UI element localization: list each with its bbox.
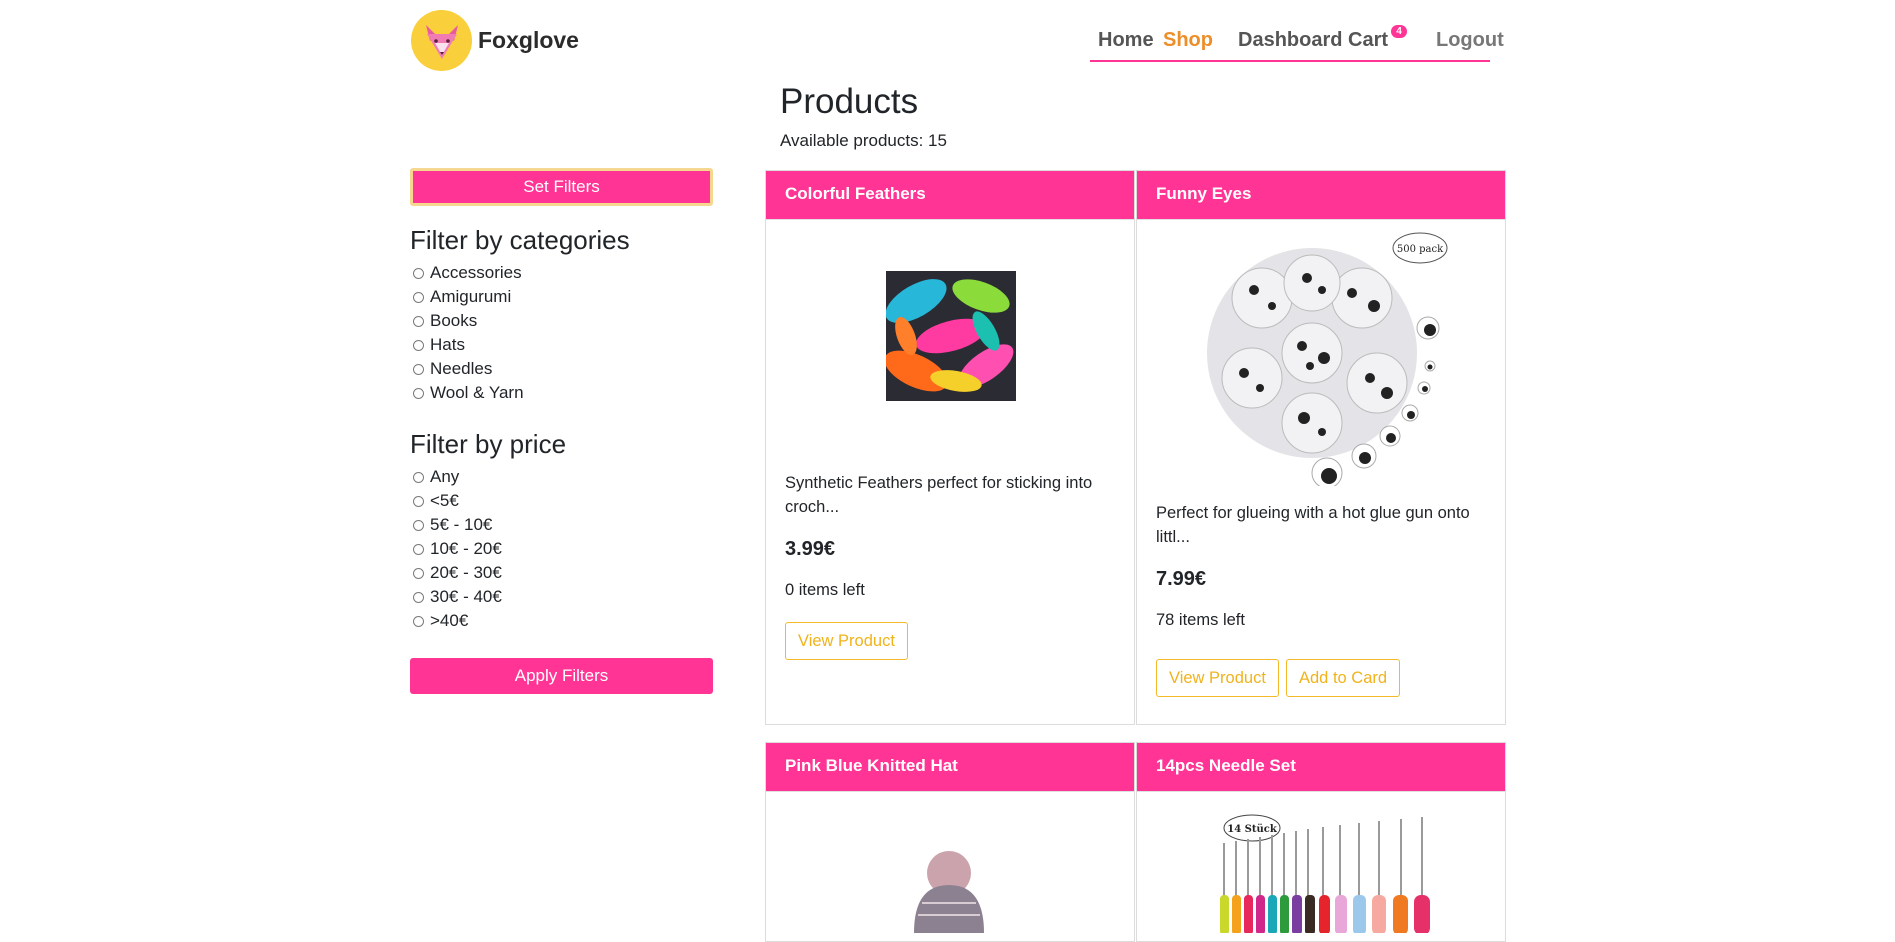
price-label: 20€ - 30€ [430,563,502,582]
needle-count-label: 14 Stück [1227,824,1278,835]
price-option-30-40[interactable]: 30€ - 40€ [413,585,502,609]
nav-home[interactable]: Home [1098,29,1154,52]
product-title[interactable]: 14pcs Needle Set [1137,743,1505,792]
product-image-needle-set[interactable]: 14 Stück [1207,813,1437,933]
price-option-any[interactable]: Any [413,465,459,489]
price-option-20-30[interactable]: 20€ - 30€ [413,561,502,585]
category-option-needles[interactable]: Needles [413,357,492,381]
category-label: Hats [430,335,465,354]
nav-cart[interactable]: Cart 4 [1348,25,1408,52]
radio-icon[interactable] [413,339,424,351]
radio-icon[interactable] [413,291,424,303]
product-price: 7.99€ [1156,568,1207,590]
add-to-cart-button[interactable]: Add to Card [1286,659,1401,697]
available-products-count: Available products: 15 [780,131,947,150]
product-price: 3.99€ [785,538,836,560]
page-title: Products [780,82,919,121]
radio-icon[interactable] [413,495,424,507]
price-label: Any [430,467,460,486]
product-card-funny-eyes: Funny Eyes 500 pack Perfect for glueing … [1136,170,1506,725]
radio-icon[interactable] [413,363,424,375]
radio-icon[interactable] [413,267,424,279]
brand-name: Foxglove [478,27,579,53]
main-nav: Home Shop Dashboard Cart 4 Logout [1090,0,1504,62]
brand[interactable]: Foxglove [411,10,579,71]
fox-logo-icon [411,10,472,71]
category-label: Books [430,311,478,330]
pack-label: 500 pack [1397,244,1444,255]
product-image-googly-eyes[interactable]: 500 pack [1192,228,1450,486]
view-product-button[interactable]: View Product [1156,659,1279,697]
product-title[interactable]: Colorful Feathers [766,171,1134,220]
product-card-knitted-hat: Pink Blue Knitted Hat [765,742,1135,942]
price-label: <5€ [430,491,459,510]
category-label: Wool & Yarn [430,383,524,402]
nav-cart-label: Cart [1348,29,1389,51]
price-label: 5€ - 10€ [430,515,493,534]
product-image-knitted-hat[interactable] [904,843,994,933]
category-option-accessories[interactable]: Accessories [413,261,522,285]
category-option-wool-yarn[interactable]: Wool & Yarn [413,381,524,405]
category-label: Amigurumi [430,287,512,306]
price-label: >40€ [430,611,469,630]
category-option-books[interactable]: Books [413,309,477,333]
apply-filters-button[interactable]: Apply Filters [410,658,713,694]
product-card-colorful-feathers: Colorful Feathers Synthetic Feathers per… [765,170,1135,725]
nav-dashboard[interactable]: Dashboard [1238,29,1342,52]
nav-logout[interactable]: Logout [1436,29,1504,52]
category-filter-title: Filter by categories [410,225,630,255]
category-option-hats[interactable]: Hats [413,333,465,357]
price-option-10-20[interactable]: 10€ - 20€ [413,537,502,561]
category-label: Needles [430,359,493,378]
category-option-amigurumi[interactable]: Amigurumi [413,285,511,309]
price-label: 30€ - 40€ [430,587,502,606]
view-product-button[interactable]: View Product [785,622,908,660]
product-image-feathers[interactable] [886,271,1016,401]
radio-icon[interactable] [413,519,424,531]
radio-icon[interactable] [413,387,424,399]
set-filters-button[interactable]: Set Filters [410,168,713,206]
radio-icon[interactable] [413,567,424,579]
radio-icon[interactable] [413,591,424,603]
radio-icon[interactable] [413,315,424,327]
product-description: Perfect for glueing with a hot glue gun … [1156,504,1470,546]
product-card-needle-set: 14pcs Needle Set 14 Stück [1136,742,1506,942]
price-option-5-10[interactable]: 5€ - 10€ [413,513,492,537]
price-label: 10€ - 20€ [430,539,502,558]
radio-icon[interactable] [413,471,424,483]
price-filter-title: Filter by price [410,429,567,459]
product-title[interactable]: Funny Eyes [1137,171,1505,220]
product-stock: 0 items left [785,581,865,599]
radio-icon[interactable] [413,615,424,627]
price-option-over-40[interactable]: >40€ [413,609,468,633]
category-label: Accessories [430,263,522,282]
price-option-under-5[interactable]: <5€ [413,489,459,513]
radio-icon[interactable] [413,543,424,555]
product-stock: 78 items left [1156,611,1245,629]
product-title[interactable]: Pink Blue Knitted Hat [766,743,1134,792]
nav-shop[interactable]: Shop [1163,29,1213,52]
cart-count-badge: 4 [1391,25,1408,38]
product-description: Synthetic Feathers perfect for sticking … [785,474,1093,516]
